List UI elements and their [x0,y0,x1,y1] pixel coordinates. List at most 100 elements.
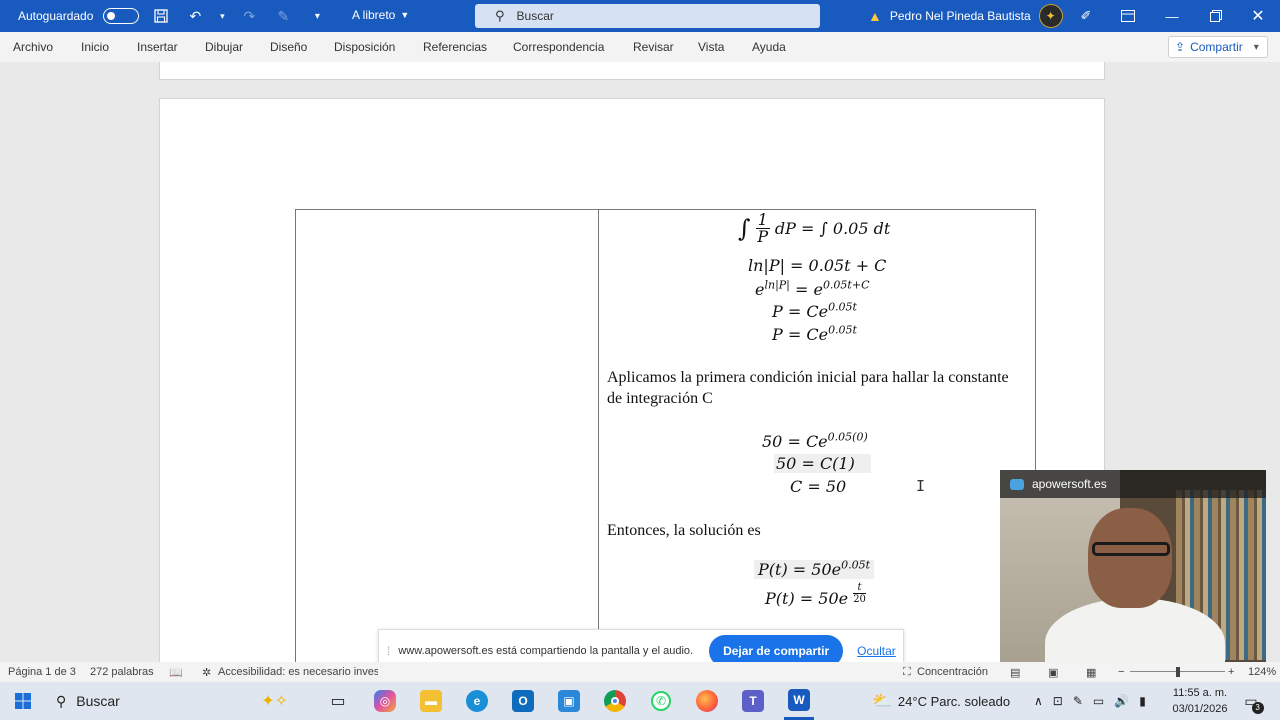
notification-count: 3 [1251,701,1264,714]
chrome-icon[interactable] [600,682,630,720]
webcam-header: apowersoft.es [1000,470,1266,498]
equation-50-ce[interactable]: 50 = Ce0.05(0) [762,432,868,451]
ribbon-display-icon[interactable] [1106,0,1150,32]
chevron-down-icon: ▼ [400,10,410,20]
equation-solution-1[interactable]: P(t) = 50e0.05t [754,560,875,579]
equation-integral[interactable]: ∫ 1 P dP = ∫ 0.05 dt [738,212,890,245]
file-explorer-icon[interactable]: ▬ [416,682,446,720]
weather-widget[interactable]: ⛅ 24°C Parc. soleado [872,682,1010,720]
search-icon: ⚲ [56,692,67,709]
read-mode-icon[interactable]: ▤ [1010,666,1020,679]
avatar[interactable]: ✦ [1038,4,1063,28]
share-label: Compartir [1190,40,1243,54]
accessibility-status[interactable]: Accesibilidad: es necesario investigar [218,666,378,678]
undo-icon[interactable]: ↶ [183,4,207,28]
meet-icon[interactable]: ⊡ [1053,694,1063,708]
tab-revisar[interactable]: Revisar [633,40,674,54]
pen-icon[interactable]: ✐ [1064,0,1108,32]
save-icon[interactable] [149,4,173,28]
tab-correspondencia[interactable]: Correspondencia [513,40,604,54]
tab-insertar[interactable]: Insertar [137,40,178,54]
focus-mode[interactable]: Concentración [917,666,988,678]
paragraph-solution[interactable]: Entonces, la solución es [607,520,761,541]
tab-disposicion[interactable]: Disposición [334,40,395,54]
document-page[interactable]: ∫ 1 P dP = ∫ 0.05 dt ln|P| = 0.05t + C e… [159,98,1105,662]
tab-archivo[interactable]: Archivo [13,40,53,54]
taskbar-search[interactable]: ⚲ Buscar ✦✧ [46,687,296,715]
equation-exp[interactable]: eln|P| = e0.05t+C [755,280,869,299]
tab-vista[interactable]: Vista [698,40,724,54]
clock[interactable]: 11:55 a. m. 03/01/2026 [1170,685,1230,717]
table-column-divider [598,210,599,662]
web-layout-icon[interactable]: ▦ [1086,666,1096,679]
apowersoft-logo-icon [1010,478,1024,490]
warning-icon[interactable]: ▲ [868,8,882,24]
screen-recorder-icon[interactable]: ▣ [554,682,584,720]
teams-icon[interactable]: T [738,682,768,720]
print-layout-icon[interactable]: ▣ [1048,666,1058,679]
ribbon-tabs: Archivo Inicio Insertar Dibujar Diseño D… [0,32,1280,62]
customize-toolbar-icon[interactable]: ▾ [305,4,329,28]
network-icon[interactable]: ▭ [1093,694,1104,708]
tab-inicio[interactable]: Inicio [81,40,109,54]
start-button[interactable] [8,682,38,720]
equation-50-c1[interactable]: 50 = C(1) [774,454,871,473]
undo-dropdown-icon[interactable]: ▾ [217,4,227,28]
equation-ln[interactable]: ln|P| = 0.05t + C [748,256,886,275]
volume-icon[interactable]: 🔊 [1114,694,1129,708]
word-count[interactable]: 272 palabras [90,666,154,678]
search-box[interactable]: ⚲ Buscar [475,4,820,28]
proofing-icon[interactable]: 📖 [169,666,183,679]
drag-handle-icon[interactable]: ⁞ [387,644,390,658]
edit-icon[interactable]: ✎ [1073,694,1083,708]
chevron-down-icon: ▾ [1253,41,1259,53]
page-count[interactable]: Página 1 de 3 [8,666,76,678]
share-button[interactable]: ⇪ Compartir ▾ [1168,36,1268,58]
document-title[interactable]: A libreto ▼ [352,8,409,22]
minimize-icon[interactable]: — [1150,0,1194,32]
title-bar: Autoguardado ↶ ▾ ↷ ✎ ▾ A libreto ▼ ⚲ Bus… [0,0,1280,32]
battery-icon[interactable]: ▮ [1139,694,1146,708]
edge-icon[interactable]: e [462,682,492,720]
task-view-icon[interactable]: ▭ [324,682,352,720]
eq10-exponent-denominator: 20 [853,594,866,605]
fraction: 1 P [755,212,770,246]
equation-solution-2[interactable]: P(t) = 50e t 20 [765,582,866,608]
zoom-out-icon[interactable]: − [1118,666,1124,678]
tab-dibujar[interactable]: Dibujar [205,40,243,54]
eq5-base: P = Ce [772,325,829,344]
equation-c-50[interactable]: C = 50 [790,477,846,496]
notifications-icon[interactable]: ▭ 3 [1238,682,1264,720]
quick-access-toolbar: Autoguardado ↶ ▾ ↷ ✎ ▾ [0,0,329,32]
clock-date: 03/01/2026 [1172,703,1228,715]
share-message: www.apowersoft.es está compartiendo la p… [398,645,694,657]
taskbar: ⚲ Buscar ✦✧ ▭ ◎ ▬ e O ▣ ✆ T W ⛅ 24°C Par… [0,682,1280,720]
equation-p-ce-2[interactable]: P = Ce0.05t [772,325,857,344]
fraction-denominator: P [757,227,769,246]
copilot-icon[interactable]: ◎ [370,682,400,720]
outlook-icon[interactable]: O [508,682,538,720]
tab-diseno[interactable]: Diseño [270,40,307,54]
user-name[interactable]: Pedro Nel Pineda Bautista [890,9,1031,23]
eq4-exponent: 0.05t [828,300,857,314]
tab-referencias[interactable]: Referencias [423,40,487,54]
webcam-overlay[interactable]: apowersoft.es [1000,470,1266,667]
zoom-level[interactable]: 124% [1248,666,1276,678]
word-icon[interactable]: W [784,682,814,720]
whatsapp-icon[interactable]: ✆ [646,682,676,720]
format-painter-icon: ✎ [277,7,290,24]
zoom-slider-thumb[interactable] [1176,667,1180,677]
zoom-in-icon[interactable]: + [1228,666,1234,678]
person-head [1088,508,1172,608]
autosave-toggle[interactable] [103,8,140,24]
maximize-icon[interactable] [1194,0,1238,32]
equation-p-ce-1[interactable]: P = Ce0.05t [772,302,857,321]
hide-link[interactable]: Ocultar [857,644,896,658]
firefox-icon[interactable] [692,682,722,720]
document-table[interactable]: ∫ 1 P dP = ∫ 0.05 dt ln|P| = 0.05t + C e… [295,209,1036,662]
close-icon[interactable]: ✕ [1236,0,1280,32]
account-area: ▲ Pedro Nel Pineda Bautista ✦ [868,0,1063,32]
paragraph-initial-condition[interactable]: Aplicamos la primera condición inicial p… [607,367,1017,409]
chevron-up-icon[interactable]: ∧ [1034,694,1043,708]
tab-ayuda[interactable]: Ayuda [752,40,786,54]
